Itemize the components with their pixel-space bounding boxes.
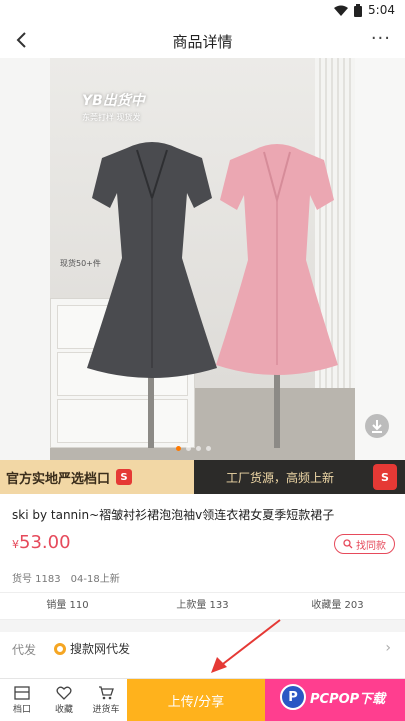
more-icon[interactable]: ··· — [371, 28, 391, 49]
carousel-dot — [176, 446, 181, 451]
brand-logo-icon: S — [373, 464, 397, 490]
promo-banner: 官方实地严选档口 S 工厂货源，高频上新 S — [0, 460, 405, 494]
dropship-label: 代发 — [12, 643, 37, 657]
product-title: ski by tannin~褶皱衬衫裙泡泡袖v领连衣裙女夏季短款裙子 — [12, 508, 335, 522]
wifi-icon — [334, 5, 349, 16]
dropship-provider: 搜款网代发 — [70, 642, 131, 656]
promo-left-text: 官方实地严选档口 — [6, 471, 111, 487]
shield-badge-icon: S — [116, 469, 133, 485]
image-margin-right — [355, 58, 405, 460]
tab-stall[interactable]: 档口 — [2, 679, 42, 721]
page-title: 商品详情 — [172, 33, 233, 51]
section-divider — [0, 620, 405, 632]
carousel-dot — [206, 446, 211, 451]
find-same-label: 找同款 — [356, 540, 386, 552]
price-currency: ¥ — [12, 538, 19, 551]
radio-dot-icon — [54, 642, 66, 655]
dropship-value: 搜款网代发 — [54, 640, 130, 657]
overlay-title: YB出货中 — [82, 93, 145, 109]
clock: 5:04 — [368, 3, 395, 17]
find-same-button[interactable]: 找同款 — [334, 534, 395, 554]
price-row: ¥53.00 找同款 — [12, 532, 397, 556]
listing-date: 04-18上新 — [70, 574, 120, 585]
sku-number: 货号 1183 — [12, 574, 61, 585]
dress-gray-image — [87, 142, 217, 448]
watermark: P PCPOP下载 — [280, 684, 385, 710]
image-overlay-text: YB出货中 东莞打样 现货发 — [82, 90, 145, 123]
store-icon — [14, 685, 30, 700]
tab-cart-label: 进货车 — [92, 704, 120, 715]
heart-icon — [56, 686, 72, 700]
carousel-dots — [176, 446, 211, 451]
carousel-dot — [186, 446, 191, 451]
promo-right-text: 工厂货源，高频上新 — [226, 471, 335, 485]
tab-stall-label: 档口 — [12, 704, 31, 715]
tab-favorite[interactable]: 收藏 — [44, 679, 84, 721]
image-side-note: 现货50+件 — [60, 259, 101, 268]
upload-share-button[interactable]: 上传/分享 — [127, 679, 265, 721]
stat-sales: 销量 110 — [46, 600, 89, 611]
stats-bar: 销量 110 上款量 133 收藏量 203 — [0, 592, 405, 620]
product-meta: 货号 1183 04-18上新 — [12, 570, 120, 585]
battery-icon — [354, 3, 363, 17]
chevron-right-icon: › — [385, 640, 391, 656]
search-icon — [343, 539, 353, 549]
dropship-row[interactable]: 代发 搜款网代发 › — [0, 632, 405, 664]
dress-pink-image — [216, 144, 338, 448]
tab-cart[interactable]: 进货车 — [86, 679, 126, 721]
download-icon[interactable] — [365, 414, 389, 438]
tab-favorite-label: 收藏 — [54, 704, 73, 715]
image-margin-left — [0, 58, 50, 460]
watermark-text: PCPOP下载 — [310, 691, 386, 707]
stat-favorites: 收藏量 203 — [311, 600, 364, 611]
stat-listings: 上款量 133 — [176, 600, 229, 611]
price-value: 53.00 — [19, 532, 71, 553]
annotation-arrow — [211, 619, 281, 673]
watermark-logo-icon: P — [280, 684, 306, 710]
status-bar: 5:04 — [0, 0, 405, 22]
top-nav: 商品详情 ··· — [0, 22, 405, 58]
product-image-carousel[interactable]: YB出货中 东莞打样 现货发 现货50+件 — [0, 58, 405, 460]
carousel-dot — [196, 446, 201, 451]
cart-icon — [99, 685, 114, 699]
product-price: ¥53.00 — [12, 532, 71, 553]
overlay-subtitle: 东莞打样 现货发 — [82, 113, 141, 122]
